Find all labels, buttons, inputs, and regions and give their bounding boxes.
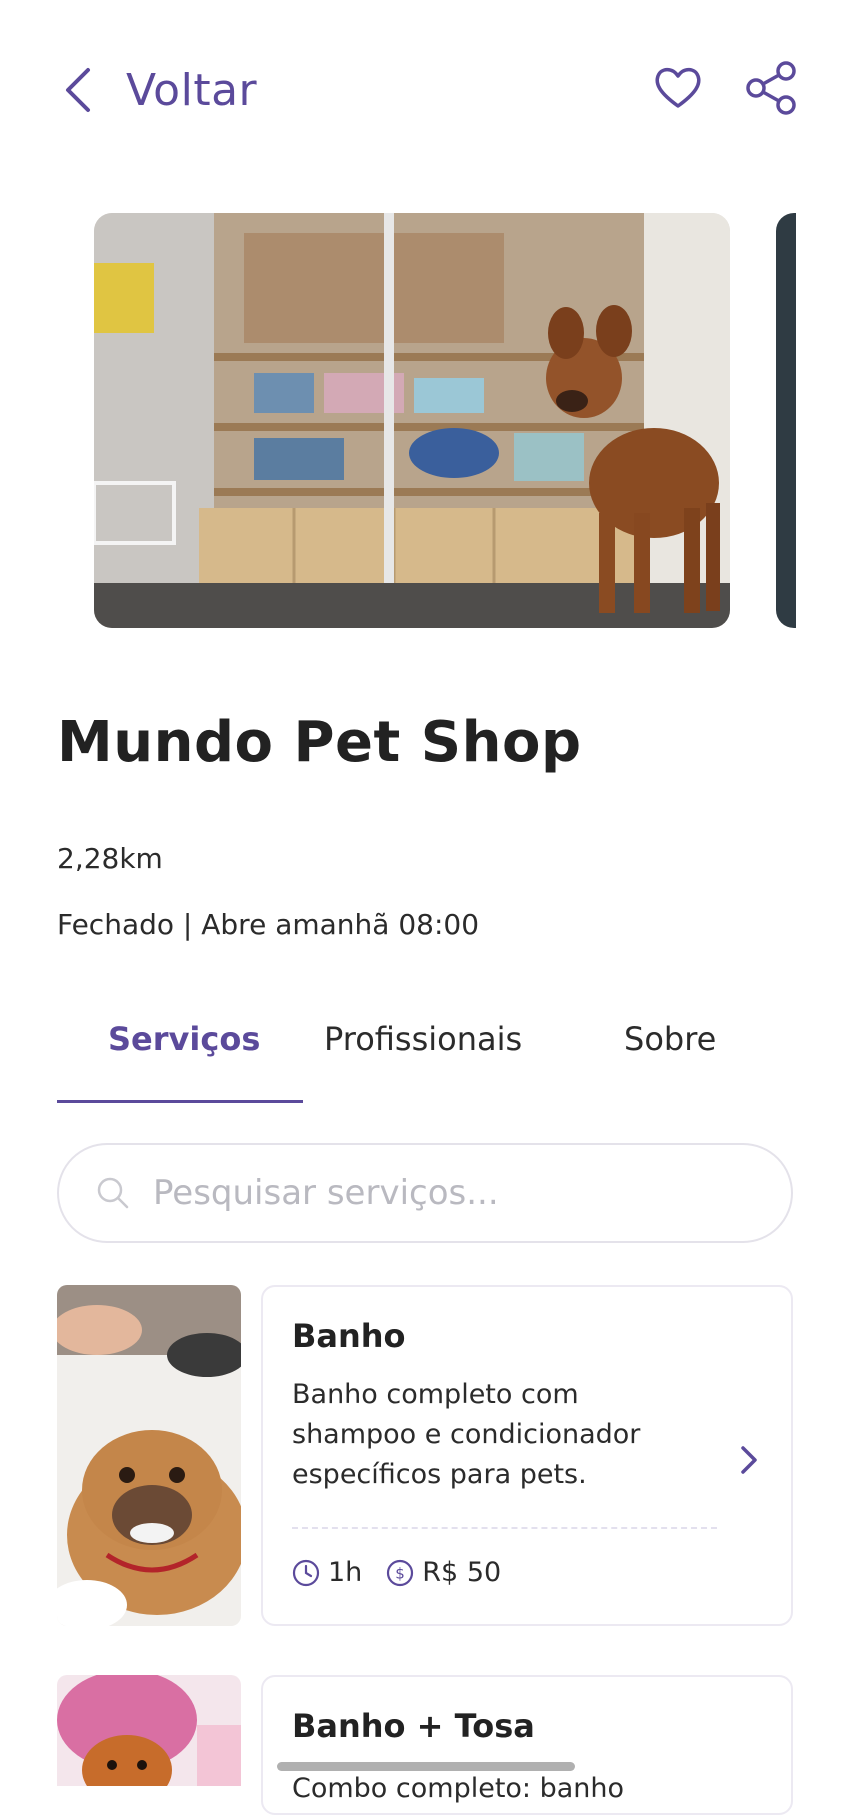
service-title: Banho bbox=[292, 1317, 406, 1355]
service-card-banho[interactable]: Banho Banho completo com shampoo e condi… bbox=[261, 1285, 793, 1626]
service-description: Banho completo com shampoo e condicionad… bbox=[292, 1379, 641, 1490]
favorite-button[interactable] bbox=[652, 62, 704, 114]
next-photo-peek[interactable] bbox=[776, 213, 796, 628]
service-description: Combo completo: banho bbox=[292, 1773, 625, 1804]
service-card-banho-tosa[interactable]: Banho + Tosa Combo completo: banho bbox=[261, 1675, 793, 1815]
home-indicator[interactable] bbox=[277, 1762, 575, 1771]
dollar-icon: $ bbox=[387, 1559, 414, 1586]
store-photo[interactable] bbox=[94, 213, 730, 628]
search-box[interactable] bbox=[57, 1143, 793, 1243]
svg-text:$: $ bbox=[396, 1564, 406, 1582]
tab-professionals[interactable]: Profissionais bbox=[324, 1020, 522, 1058]
tab-services[interactable]: Serviços bbox=[108, 1020, 260, 1058]
active-tab-indicator bbox=[57, 1100, 303, 1103]
dog-bath-photo bbox=[57, 1285, 241, 1626]
store-status: Fechado | Abre amanhã 08:00 bbox=[57, 908, 480, 941]
clock-icon bbox=[292, 1559, 320, 1586]
back-label: Voltar bbox=[126, 64, 258, 116]
heart-icon bbox=[655, 67, 701, 108]
tab-about[interactable]: Sobre bbox=[624, 1020, 716, 1058]
chevron-left-icon bbox=[66, 68, 90, 112]
back-button[interactable]: Voltar bbox=[58, 55, 257, 125]
service-price: R$ 50 bbox=[422, 1557, 502, 1588]
card-divider bbox=[292, 1527, 717, 1529]
service-meta: 1h $ R$ 50 bbox=[292, 1557, 501, 1588]
pet-shop-photo bbox=[94, 213, 730, 628]
chevron-right-icon bbox=[741, 1446, 757, 1474]
service-image-banho[interactable] bbox=[57, 1285, 241, 1626]
search-icon bbox=[97, 1177, 129, 1209]
share-icon bbox=[746, 61, 796, 115]
store-name: Mundo Pet Shop bbox=[57, 710, 582, 775]
service-image-banho-tosa[interactable] bbox=[57, 1675, 241, 1786]
search-input[interactable] bbox=[151, 1172, 755, 1214]
service-title: Banho + Tosa bbox=[292, 1707, 535, 1745]
store-distance: 2,28km bbox=[57, 842, 163, 875]
dog-towel-photo bbox=[57, 1675, 241, 1786]
service-duration: 1h bbox=[328, 1557, 363, 1588]
share-button[interactable] bbox=[746, 60, 798, 116]
